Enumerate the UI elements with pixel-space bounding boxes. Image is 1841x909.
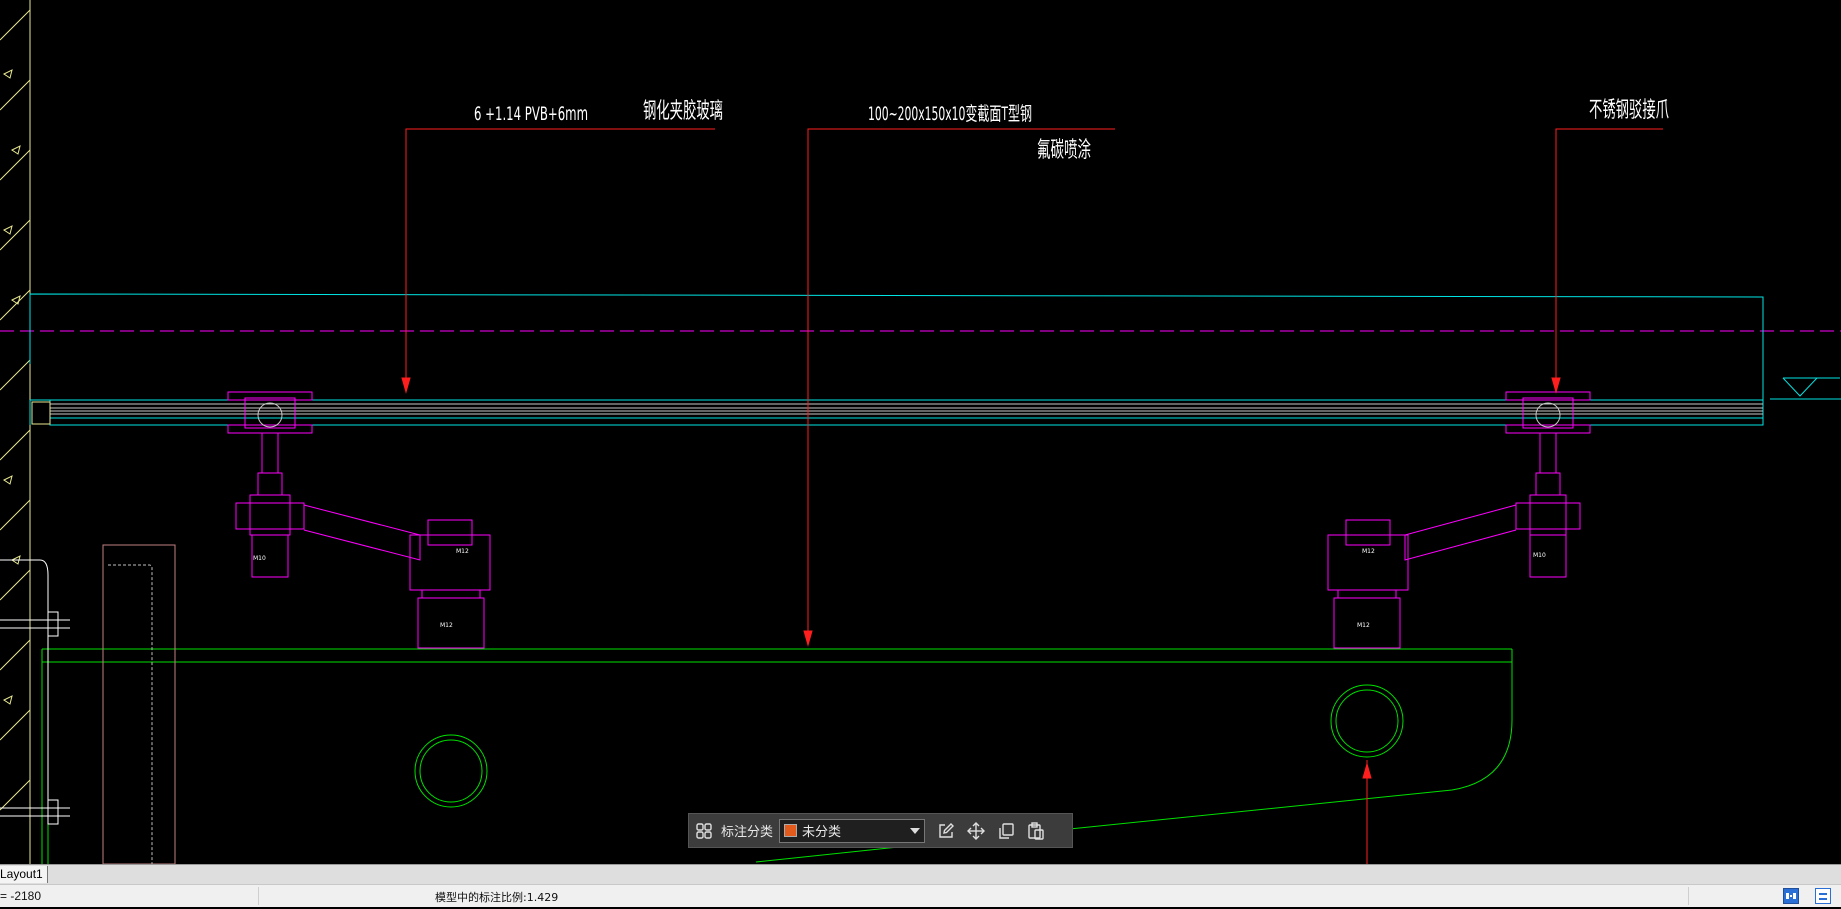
anchor-plate: [0, 559, 70, 825]
move-icon[interactable]: [961, 816, 991, 846]
coordinate-readout: = -2180: [0, 889, 42, 903]
category-color-swatch: [784, 824, 798, 837]
tab-layout1[interactable]: Layout1: [0, 866, 48, 883]
cad-drawing: M10 M12 M12 M10 M12 M12 6 +1.14 PVB+6mm …: [0, 0, 1841, 864]
layout-mode-icon: [1786, 893, 1796, 899]
glass-panel: [29, 293, 1764, 426]
claw-name-label: 不锈钢驳接爪: [1589, 98, 1669, 123]
status-divider: [1688, 887, 1689, 905]
edit-icon[interactable]: [931, 816, 961, 846]
category-select-value: 未分类: [802, 825, 842, 840]
category-select[interactable]: 未分类: [779, 818, 926, 843]
fitting-label: M12: [456, 548, 469, 555]
status-toggle-button[interactable]: [1783, 888, 1799, 904]
category-label: 标注分类: [721, 825, 774, 840]
fitting-label: M12: [1362, 548, 1375, 555]
glass-spec-label: 6 +1.14 PVB+6mm: [474, 103, 588, 125]
fitting-label: M12: [440, 622, 453, 629]
drawing-canvas[interactable]: M10 M12 M12 M10 M12 M12 6 +1.14 PVB+6mm …: [0, 0, 1841, 864]
column-dashes: [108, 564, 153, 864]
spider-fitting-left: [227, 391, 491, 649]
paste-icon[interactable]: [1021, 816, 1051, 846]
fitting-label: M10: [1533, 552, 1546, 559]
menu-bar-icon: [1819, 898, 1827, 900]
status-menu-button[interactable]: [1815, 888, 1831, 904]
layout-tabs-bar: Layout1: [0, 864, 1841, 884]
elevation-mark: [1770, 377, 1841, 400]
glass-name-label: 钢化夹胶玻璃: [643, 99, 723, 124]
column-outline: [102, 544, 176, 864]
status-divider: [258, 887, 259, 905]
leader-lines: [401, 128, 1663, 864]
annotation-toolbar: 标注分类 未分类: [688, 813, 1073, 848]
beam-spec-label: 100~200x150x10变截面T型钢: [868, 103, 1032, 125]
annotation-scale-label: 模型中的标注比例:1.429: [435, 891, 559, 904]
beam-finish-label: 氟碳喷涂: [1037, 138, 1091, 163]
wall-hatch: [0, 0, 31, 864]
fitting-label: M10: [253, 555, 266, 562]
grid-icon[interactable]: [689, 816, 719, 846]
fitting-label: M12: [1357, 622, 1370, 629]
status-bar: = -2180 模型中的标注比例:1.429: [0, 884, 1841, 907]
menu-bar-icon: [1819, 893, 1827, 895]
spider-fitting-right: [1327, 391, 1591, 649]
chevron-down-icon: [910, 827, 921, 834]
copy-icon[interactable]: [991, 816, 1021, 846]
